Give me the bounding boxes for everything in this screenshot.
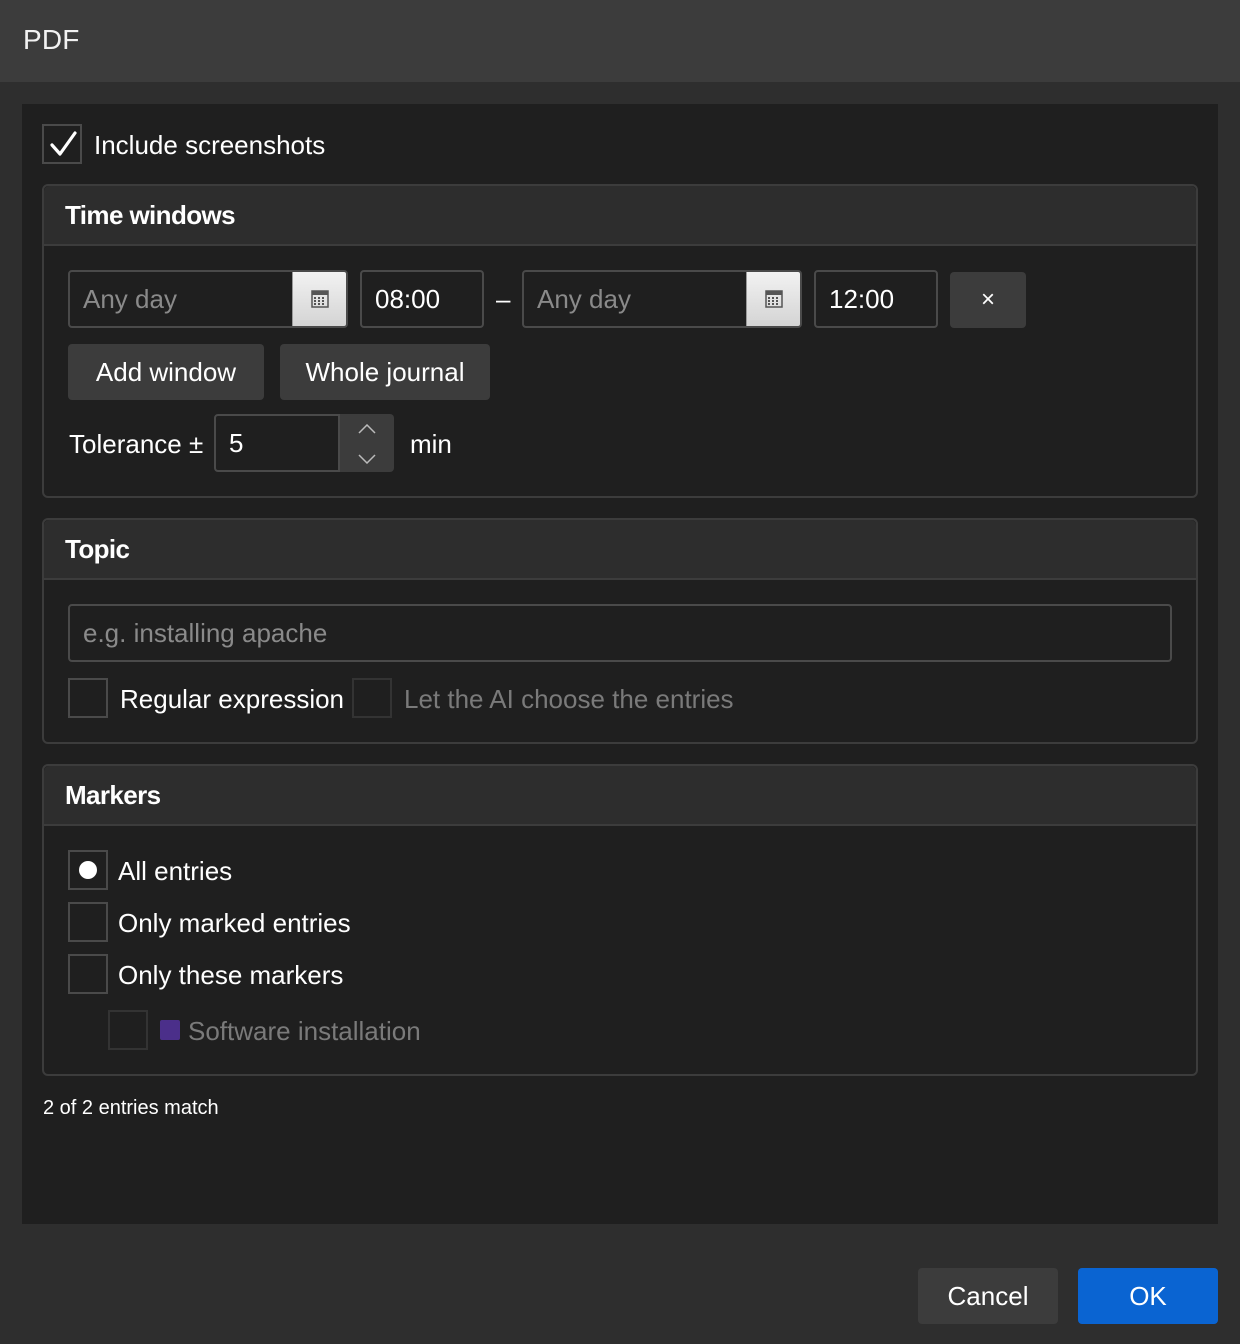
from-date-placeholder: Any day [83, 284, 177, 314]
regex-checkbox[interactable] [68, 678, 108, 718]
remove-window-button[interactable]: × [950, 272, 1026, 328]
calendar-icon [765, 290, 783, 308]
tolerance-label: Tolerance ± [69, 429, 204, 459]
time-range-separator: – [496, 284, 511, 314]
ai-choose-label: Let the AI choose the entries [404, 684, 734, 714]
ai-choose-checkbox[interactable] [352, 678, 392, 718]
from-date-picker-button[interactable] [292, 272, 346, 326]
radio-selected-dot [79, 861, 97, 879]
chevron-up-icon[interactable] [358, 424, 376, 434]
only-these-markers-radio[interactable] [68, 954, 108, 994]
regex-label: Regular expression [120, 684, 345, 714]
markers-header: Markers [44, 766, 1196, 826]
time-windows-header: Time windows [44, 186, 1196, 246]
cancel-button[interactable]: Cancel [918, 1268, 1058, 1324]
marker-checkbox-software-installation[interactable] [108, 1010, 148, 1050]
topic-header: Topic [44, 520, 1196, 580]
topic-heading: Topic [65, 534, 130, 564]
chevron-down-icon[interactable] [358, 454, 376, 464]
match-count-status: 2 of 2 entries match [43, 1097, 219, 1119]
markers-group: Markers All entries Only marked entries … [42, 764, 1198, 1076]
topic-input[interactable]: e.g. installing apache [68, 604, 1172, 662]
time-windows-heading: Time windows [65, 200, 236, 230]
all-entries-radio[interactable] [68, 850, 108, 890]
to-date-picker-button[interactable] [746, 272, 800, 326]
tolerance-unit: min [410, 429, 452, 459]
dialog-titlebar: PDF [0, 0, 1240, 82]
checkmark-icon [50, 131, 77, 156]
to-date-placeholder: Any day [537, 284, 631, 314]
calendar-icon [311, 290, 329, 308]
ok-button[interactable]: OK [1078, 1268, 1218, 1324]
dialog-title: PDF [23, 24, 80, 55]
only-marked-radio[interactable] [68, 902, 108, 942]
include-screenshots-checkbox[interactable] [42, 124, 82, 164]
topic-group: Topic e.g. installing apache Regular exp… [42, 518, 1198, 744]
marker-label-software-installation: Software installation [188, 1016, 421, 1046]
from-date-field[interactable]: Any day [68, 270, 348, 328]
whole-journal-button[interactable]: Whole journal [280, 344, 490, 400]
only-marked-label: Only marked entries [118, 908, 351, 938]
all-entries-label: All entries [118, 856, 233, 886]
close-icon: × [980, 286, 995, 313]
only-these-markers-label: Only these markers [118, 960, 344, 990]
markers-heading: Markers [65, 780, 161, 810]
to-date-field[interactable]: Any day [522, 270, 802, 328]
tolerance-stepper[interactable] [340, 414, 394, 472]
time-windows-group: Time windows Any day 08:00 – Any day 12:… [42, 184, 1198, 498]
export-options-panel: Include screenshots Time windows Any day [22, 104, 1218, 1224]
to-time-field[interactable]: 12:00 [814, 270, 938, 328]
include-screenshots-label: Include screenshots [94, 130, 326, 160]
tolerance-input[interactable]: 5 [214, 414, 340, 472]
add-window-button[interactable]: Add window [68, 344, 264, 400]
from-time-field[interactable]: 08:00 [360, 270, 484, 328]
marker-color-swatch [160, 1020, 180, 1040]
